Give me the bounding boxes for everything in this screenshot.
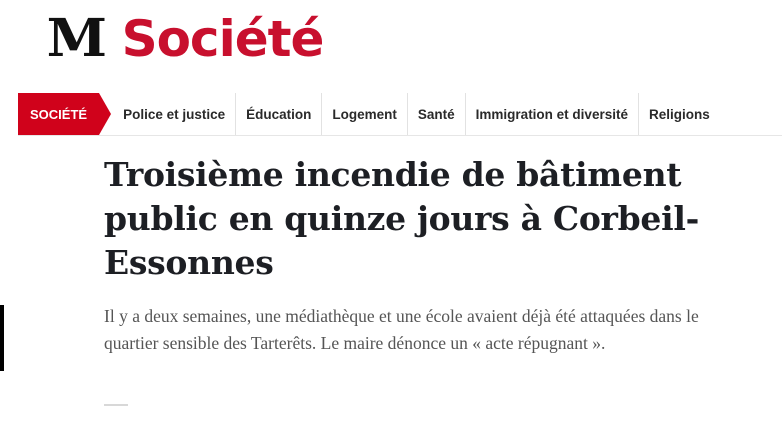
article-summary: Il y a deux semaines, une médiathèque et… [104,306,699,353]
left-edge-bar [0,305,4,371]
nav-item-sante[interactable]: Santé [408,93,466,135]
nav-item-education[interactable]: Éducation [236,93,323,135]
le-monde-logo[interactable]: M [47,13,107,65]
article-divider [104,404,128,406]
nav-item-police-justice[interactable]: Police et justice [113,93,237,135]
masthead: M Société [47,4,325,74]
nav-item-immigration-diversite[interactable]: Immigration et diversité [466,93,639,135]
article-headline[interactable]: Troisième incendie de bâtiment public en… [104,153,744,285]
section-navbar: SOCIÉTÉ Police et justice Éducation Loge… [18,93,782,136]
nav-item-religions[interactable]: Religions [639,93,720,135]
nav-item-logement[interactable]: Logement [322,93,408,135]
nav-item-societe-active[interactable]: SOCIÉTÉ [18,93,112,135]
page: M Société SOCIÉTÉ Police et justice Éduc… [0,0,782,422]
section-title[interactable]: Société [122,14,325,64]
